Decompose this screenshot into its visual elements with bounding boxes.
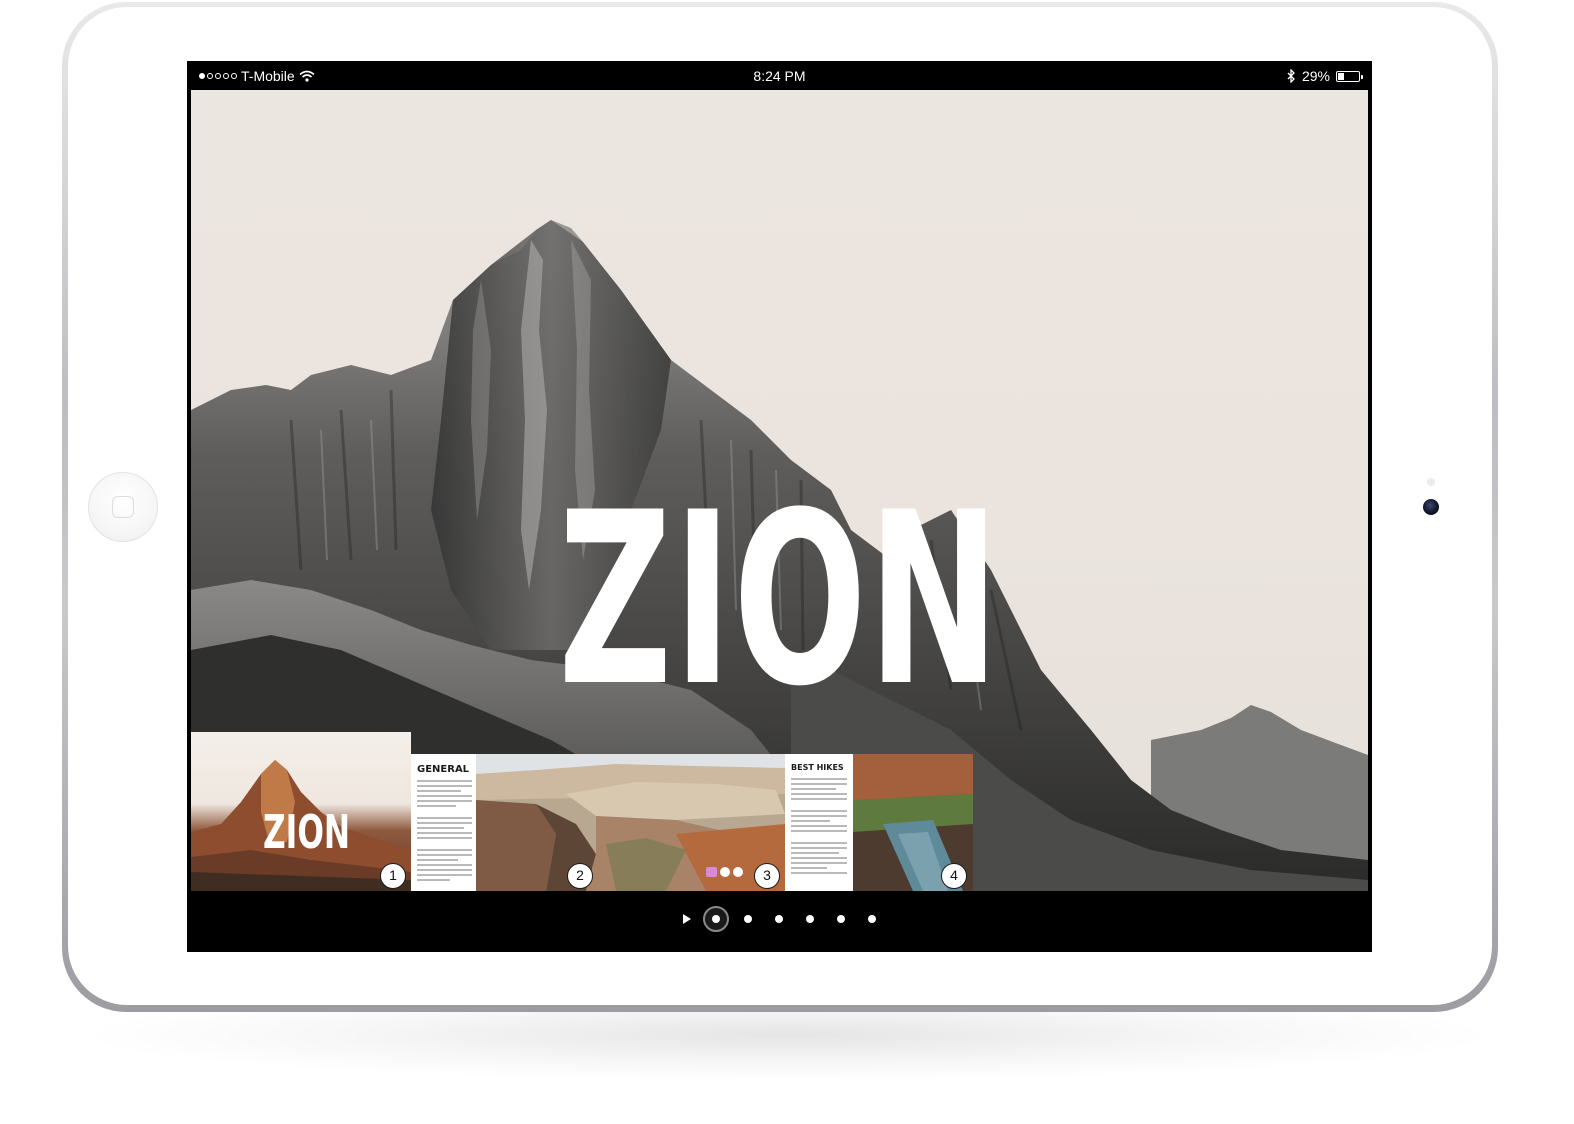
status-time: 8:24 PM: [753, 68, 806, 84]
page-dot-1-active[interactable]: [703, 906, 729, 932]
thumb-3-body-text: [791, 778, 847, 877]
thumb-1-title: ZION: [263, 805, 351, 859]
walk-icon: [733, 867, 743, 877]
battery-icon: [1336, 70, 1363, 82]
play-icon[interactable]: [683, 914, 691, 924]
status-right: 29%: [1287, 68, 1363, 84]
page-badge-4: 4: [941, 863, 967, 889]
home-button-icon[interactable]: [88, 472, 158, 542]
hero-cover[interactable]: ZION ZION 1 GENERAL 2 BEST HIKES 3 4: [191, 90, 1368, 891]
page-control: [187, 891, 1372, 947]
hero-title: ZION: [558, 462, 1001, 739]
page-dot-5[interactable]: [837, 915, 845, 923]
thumbnail-strip: ZION 1 GENERAL 2 BEST HIKES 3 4: [191, 732, 973, 891]
page-dot-2[interactable]: [744, 915, 752, 923]
battery-percent: 29%: [1301, 68, 1330, 84]
page-badge-1: 1: [380, 863, 406, 889]
home-button-square: [112, 496, 134, 518]
thumbnail-page-1[interactable]: ZION 1: [191, 732, 411, 891]
page-dot-6[interactable]: [868, 915, 876, 923]
thumb-3-heading: BEST HIKES: [791, 763, 844, 772]
bluetooth-icon: [1287, 69, 1295, 83]
page-badge-2: 2: [567, 863, 593, 889]
status-bar: T-Mobile 8:24 PM 29%: [187, 61, 1372, 90]
page-dot-3[interactable]: [775, 915, 783, 923]
battery-fill: [1338, 72, 1344, 80]
screen: T-Mobile 8:24 PM 29% ZION ZION 1 GENERAL…: [187, 61, 1372, 952]
hiker-icon: [720, 867, 730, 877]
thumbnail-page-3[interactable]: BEST HIKES: [785, 754, 853, 891]
page-badge-3: 3: [754, 863, 780, 889]
thumb-3-icons: [706, 867, 746, 879]
thumb-2-body-text: [417, 780, 472, 884]
flickr-icon: [706, 867, 717, 877]
thumb-2-heading: GENERAL: [417, 764, 470, 775]
front-camera: [1423, 499, 1439, 515]
page-dot-4[interactable]: [806, 915, 814, 923]
light-sensor: [1427, 478, 1435, 486]
